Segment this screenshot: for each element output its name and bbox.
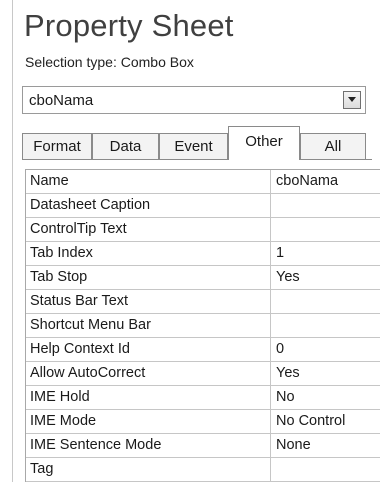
property-value[interactable]: 0 [271, 338, 380, 361]
property-name: IME Hold [26, 386, 271, 409]
property-value[interactable]: cboNama [271, 170, 380, 193]
property-value[interactable]: No [271, 386, 380, 409]
object-selector-combo[interactable]: cboNama [22, 86, 366, 114]
property-name: ControlTip Text [26, 218, 271, 241]
object-selector-value: cboNama [29, 92, 94, 109]
tab-all[interactable]: All [300, 133, 366, 160]
dropdown-button[interactable] [343, 91, 361, 109]
property-name: Tag [26, 458, 271, 481]
property-name: Tab Stop [26, 266, 271, 289]
property-grid: Name cboNama Datasheet Caption ControlTip T… [25, 169, 380, 482]
property-value[interactable]: 1 [271, 242, 380, 265]
property-row[interactable]: IME Mode No Control [26, 410, 380, 434]
property-row[interactable]: Help Context Id 0 [26, 338, 380, 362]
property-name: IME Sentence Mode [26, 434, 271, 457]
property-row[interactable]: Datasheet Caption [26, 194, 380, 218]
property-name: Tab Index [26, 242, 271, 265]
selection-type-label: Selection type: Combo Box [25, 54, 194, 70]
property-value[interactable]: No Control [271, 410, 380, 433]
property-name: Allow AutoCorrect [26, 362, 271, 385]
property-value[interactable]: Yes [271, 362, 380, 385]
property-row[interactable]: IME Hold No [26, 386, 380, 410]
property-row[interactable]: Tab Stop Yes [26, 266, 380, 290]
property-row[interactable]: ControlTip Text [26, 218, 380, 242]
property-name: Status Bar Text [26, 290, 271, 313]
property-row[interactable]: Allow AutoCorrect Yes [26, 362, 380, 386]
property-value[interactable] [271, 218, 380, 241]
property-row[interactable]: Shortcut Menu Bar [26, 314, 380, 338]
property-value[interactable]: Yes [271, 266, 380, 289]
tab-data[interactable]: Data [92, 133, 159, 160]
tab-event[interactable]: Event [159, 133, 228, 160]
property-row[interactable]: Name cboNama [26, 170, 380, 194]
property-name: Help Context Id [26, 338, 271, 361]
property-name: Name [26, 170, 271, 193]
page-title: Property Sheet [24, 8, 234, 43]
tab-other[interactable]: Other [228, 126, 300, 160]
property-value[interactable] [271, 458, 380, 481]
property-row[interactable]: Tag [26, 458, 380, 482]
tab-strip-divider [22, 159, 372, 160]
tab-format[interactable]: Format [22, 133, 92, 160]
chevron-down-icon [348, 97, 356, 102]
property-row[interactable]: Status Bar Text [26, 290, 380, 314]
property-value[interactable]: None [271, 434, 380, 457]
property-value[interactable] [271, 290, 380, 313]
property-name: IME Mode [26, 410, 271, 433]
property-name: Datasheet Caption [26, 194, 271, 217]
pane-border [12, 0, 13, 482]
property-tabs: Format Data Event Other All [22, 124, 372, 160]
property-row[interactable]: Tab Index 1 [26, 242, 380, 266]
property-value[interactable] [271, 314, 380, 337]
property-name: Shortcut Menu Bar [26, 314, 271, 337]
property-value[interactable] [271, 194, 380, 217]
property-row[interactable]: IME Sentence Mode None [26, 434, 380, 458]
